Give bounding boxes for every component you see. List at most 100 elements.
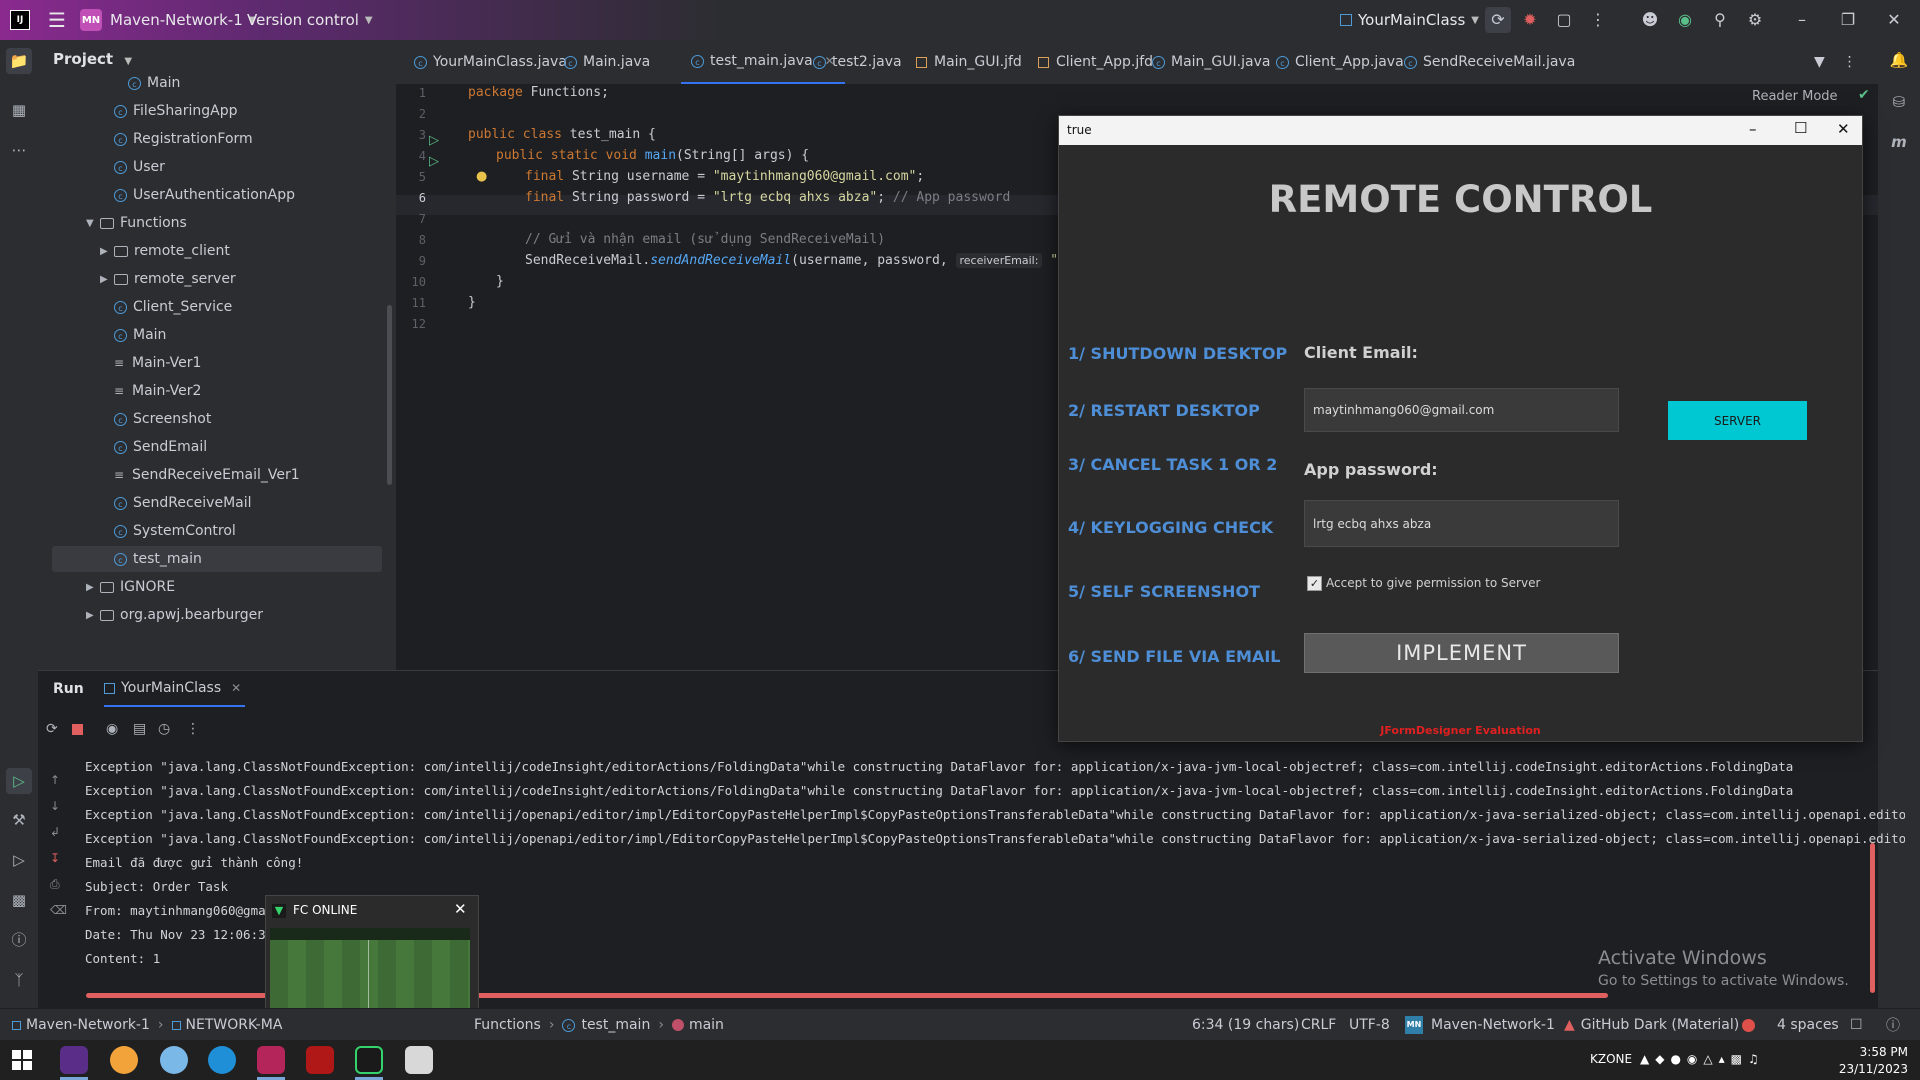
lightbulb-icon[interactable]: ●	[476, 169, 487, 184]
scroll-to-end-icon[interactable]: ↧	[50, 845, 67, 871]
remote-action-item[interactable]: 2/ RESTART DESKTOP	[1068, 401, 1260, 420]
project-tree-item[interactable]: c RegistrationForm	[114, 126, 253, 152]
project-tree-item[interactable]: ▶ remote_client	[100, 238, 230, 264]
clear-trash-icon[interactable]: ⌫	[50, 897, 67, 923]
theme-indicator[interactable]: ▲ GitHub Dark (Material)	[1564, 1009, 1739, 1041]
vertical-scrollbar[interactable]	[1870, 843, 1875, 993]
print-icon[interactable]: ⎙	[50, 871, 67, 897]
terminal-icon[interactable]: ▩	[9, 890, 29, 910]
system-tray-icons[interactable]: ▲◆●◉△▴▩♫	[1640, 1052, 1765, 1066]
soft-wrap-icon[interactable]: ↲	[50, 819, 67, 845]
editor-tab[interactable]: c Main_GUI.java	[1152, 40, 1270, 84]
client-email-field[interactable]: maytinhmang060@gmail.com	[1304, 388, 1619, 432]
dump-threads-icon[interactable]: ▤	[133, 721, 146, 737]
project-tree-item[interactable]: ▶ remote_server	[100, 266, 236, 292]
fc-online-icon[interactable]	[355, 1046, 383, 1074]
close-icon[interactable]: ✕	[454, 900, 467, 918]
clock-time[interactable]: 3:58 PM	[1834, 1045, 1908, 1059]
indent-setting[interactable]: 4 spaces	[1777, 1009, 1839, 1041]
chevron-right-icon[interactable]: ▶	[100, 246, 114, 257]
project-tree-item[interactable]: c SendEmail	[114, 434, 207, 460]
profiler-icon[interactable]: ◷	[158, 721, 170, 737]
folder-icon[interactable]: 📁	[6, 48, 32, 74]
breadcrumb-method[interactable]: main	[689, 1017, 724, 1033]
restore-icon[interactable]: ❐	[1838, 10, 1858, 30]
editor-tab[interactable]: c SendReceiveMail.java	[1404, 40, 1575, 84]
inspection-ok-icon[interactable]: ✔	[1858, 87, 1870, 103]
project-indicator[interactable]: MN Maven-Network-1	[1405, 1009, 1555, 1041]
sphere-app-icon[interactable]	[160, 1046, 188, 1074]
windows-start-icon[interactable]	[12, 1050, 32, 1070]
project-tree-item[interactable]: c Screenshot	[114, 406, 211, 432]
git-icon[interactable]: ᛉ	[9, 970, 29, 990]
remote-action-item[interactable]: 1/ SHUTDOWN DESKTOP	[1068, 344, 1287, 363]
editor-tab[interactable]: c Main.java	[564, 40, 650, 84]
stop-icon[interactable]	[72, 724, 83, 735]
tab-overflow-icon[interactable]: ▼ ⋮	[1814, 40, 1857, 84]
editor-tab[interactable]: c Client_App.java	[1276, 40, 1404, 84]
settings-gear-icon[interactable]: ⚙	[1745, 10, 1765, 30]
project-panel-header[interactable]: Project ▼	[53, 50, 132, 68]
main-menu-icon[interactable]: ☰	[48, 0, 66, 40]
tray-label[interactable]: KZONE	[1590, 1052, 1632, 1066]
project-tree-item[interactable]: ▶ org.apwj.bearburger	[86, 602, 263, 628]
java-app-icon[interactable]	[405, 1046, 433, 1074]
rerun-icon[interactable]: ⟳	[1485, 7, 1511, 33]
app-icon-k[interactable]	[60, 1046, 88, 1074]
maximize-icon[interactable]: ☐	[1794, 119, 1807, 137]
project-tree-item[interactable]: ≡ Main-Ver1	[114, 350, 201, 376]
up-arrow-icon[interactable]: ↑	[50, 767, 67, 793]
project-tree-item[interactable]: c Main	[128, 70, 180, 96]
run-gutter-icon[interactable]: ▷	[429, 154, 439, 169]
maven-icon[interactable]: m	[1889, 132, 1909, 152]
server-button[interactable]: SERVER	[1668, 401, 1807, 440]
more-icon[interactable]: ⋯	[9, 140, 29, 160]
more-actions-icon[interactable]: ⋮	[1588, 10, 1608, 30]
editor-tab[interactable]: c YourMainClass.java	[414, 40, 567, 84]
run-config-tab[interactable]: YourMainClass ✕	[104, 671, 246, 707]
project-scrollbar[interactable]	[387, 305, 392, 485]
search-icon[interactable]: ⚲	[1710, 10, 1730, 30]
lock-icon[interactable]: ☐	[1850, 1009, 1863, 1041]
chevron-down-icon[interactable]: ▼	[86, 218, 100, 229]
down-arrow-icon[interactable]: ↓	[50, 793, 67, 819]
breadcrumb-project[interactable]: Maven-Network-1	[26, 1017, 150, 1033]
run-config-selector[interactable]: YourMainClass ▼	[1340, 0, 1479, 40]
browser-icon[interactable]	[110, 1046, 138, 1074]
ai-assistant-icon[interactable]: ◉	[1675, 10, 1695, 30]
rerun-icon[interactable]: ⟳	[46, 721, 58, 737]
help-icon[interactable]: ⓘ	[1886, 1009, 1900, 1041]
app-password-field[interactable]: lrtg ecbq ahxs abza	[1304, 500, 1619, 547]
build-icon[interactable]: ⚒	[9, 810, 29, 830]
project-tree-item[interactable]: c Main	[114, 322, 166, 348]
chevron-right-icon[interactable]: ▶	[100, 274, 114, 285]
run-tab[interactable]: Run	[53, 671, 84, 707]
run-icon[interactable]: ▷	[6, 768, 32, 794]
run-gutter-icon[interactable]: ▷	[429, 133, 439, 148]
services-icon[interactable]: ▷	[9, 850, 29, 870]
project-tree-item[interactable]: c UserAuthenticationApp	[114, 182, 295, 208]
stop-icon[interactable]: ▢	[1554, 10, 1574, 30]
breadcrumb-module[interactable]: NETWORK-MA	[186, 1017, 283, 1033]
project-tree-item[interactable]: ≡ SendReceiveEmail_Ver1	[114, 462, 300, 488]
project-tree-item[interactable]: c Client_Service	[114, 294, 232, 320]
caret-position[interactable]: 6:34 (19 chars)	[1192, 1009, 1299, 1041]
permission-checkbox[interactable]: ✓	[1307, 576, 1322, 591]
edge-icon[interactable]	[208, 1046, 236, 1074]
remote-action-item[interactable]: 6/ SEND FILE VIA EMAIL	[1068, 647, 1281, 666]
chevron-right-icon[interactable]: ▶	[86, 582, 100, 593]
file-encoding[interactable]: UTF-8	[1349, 1009, 1390, 1041]
close-icon[interactable]: ✕	[1884, 10, 1904, 30]
line-separator[interactable]: CRLF	[1301, 1009, 1336, 1041]
remote-action-item[interactable]: 3/ CANCEL TASK 1 OR 2	[1068, 455, 1277, 474]
ide-logo[interactable]: IJ	[10, 0, 30, 40]
project-tree-item[interactable]: c SystemControl	[114, 518, 236, 544]
problems-icon[interactable]: ⓘ	[9, 930, 29, 950]
implement-button[interactable]: IMPLEMENT	[1304, 633, 1619, 673]
editor-tab[interactable]: c test2.java	[813, 40, 902, 84]
project-tree-item[interactable]: c FileSharingApp	[114, 98, 238, 124]
vcs-menu[interactable]: Version control ▼	[247, 0, 373, 40]
debug-icon[interactable]: ✹	[1520, 10, 1540, 30]
chevron-right-icon[interactable]: ▶	[86, 610, 100, 621]
breadcrumb-class[interactable]: test_main	[581, 1017, 650, 1033]
